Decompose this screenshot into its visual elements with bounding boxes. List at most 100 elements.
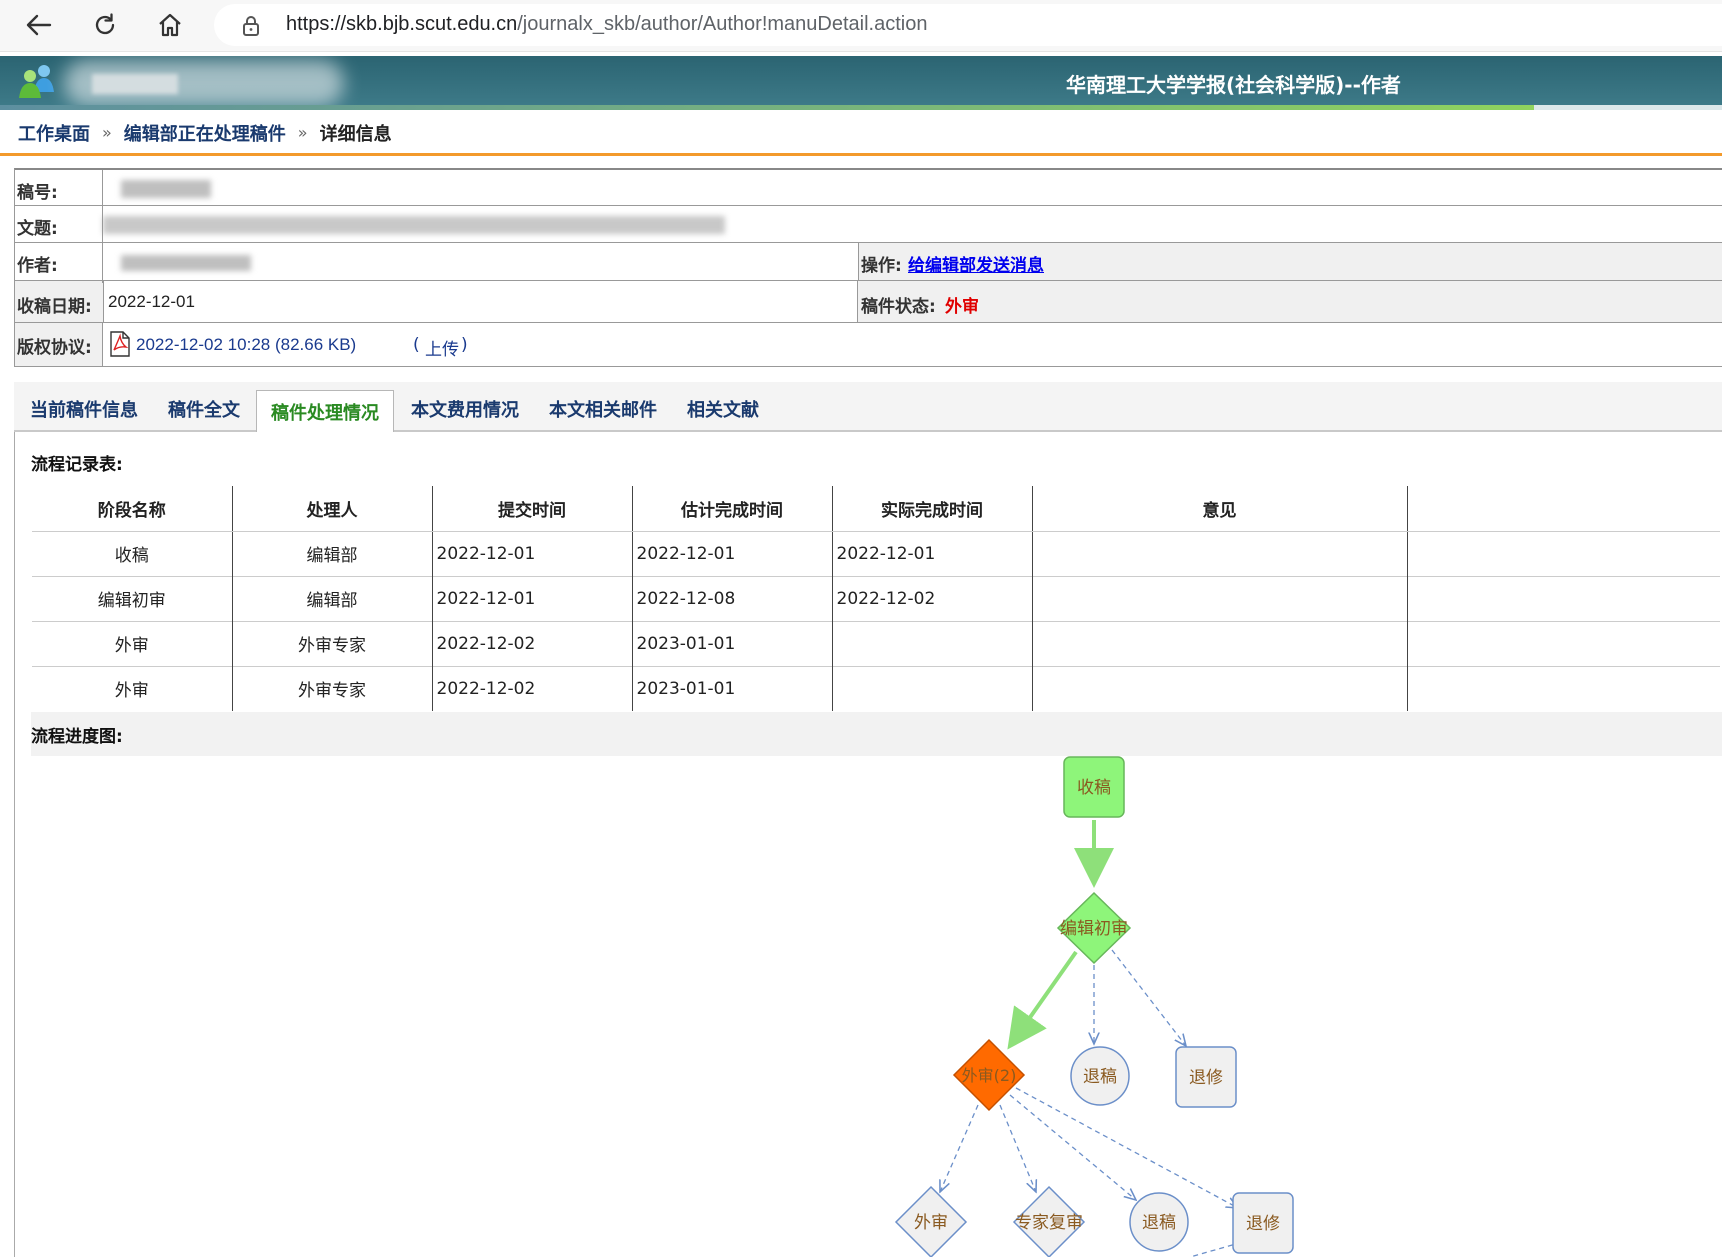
cell-submit-time: 2022-12-01 bbox=[431, 575, 632, 621]
status-value: 外审 bbox=[945, 297, 979, 317]
node-reject-2-label: 退稿 bbox=[1142, 1213, 1176, 1233]
edge-external-to-rereview bbox=[999, 1104, 1036, 1192]
copyright-label: 版权协议: bbox=[17, 338, 92, 358]
node-initial-review-label: 编辑初审 bbox=[1060, 919, 1128, 939]
tab-related-literature[interactable]: 相关文献 bbox=[687, 396, 759, 422]
node-external-review-next: 外审 bbox=[894, 1185, 968, 1257]
upload-link[interactable]: 上传 bbox=[425, 335, 459, 360]
cell-submit-time: 2022-12-01 bbox=[431, 530, 632, 576]
breadcrumb-home-link[interactable]: 工作桌面 bbox=[18, 120, 90, 146]
tab-related-mail[interactable]: 本文相关邮件 bbox=[549, 396, 657, 422]
url-text[interactable]: https://skb.bjb.scut.edu.cn/journalx_skb… bbox=[286, 13, 927, 36]
cell-est-finish: 2023-01-01 bbox=[631, 620, 832, 666]
received-date-cell: 2022-12-01 bbox=[103, 281, 858, 322]
breadcrumb-separator: » bbox=[297, 123, 308, 142]
edge-initial-to-revise bbox=[1111, 949, 1186, 1046]
app-title: 华南理工大学学报(社会科学版)--作者 bbox=[1066, 73, 1401, 97]
app-header: 华南理工大学学报(社会科学版)--作者 bbox=[0, 56, 1722, 110]
header-actual-finish: 实际完成时间 bbox=[831, 486, 1032, 532]
tab-bar: 当前稿件信息 稿件全文 稿件处理情况 本文费用情况 本文相关邮件 相关文献 bbox=[14, 382, 1722, 434]
node-revise-1-label: 退修 bbox=[1189, 1068, 1223, 1088]
users-logo-icon bbox=[19, 65, 54, 98]
cell-stage: 编辑初审 bbox=[32, 575, 232, 621]
upload-paren-open: ( bbox=[413, 335, 420, 355]
title-row: 文题: bbox=[15, 206, 1722, 243]
cell-actual-finish bbox=[831, 620, 1032, 666]
header-comment: 意见 bbox=[1031, 486, 1407, 532]
flow-progress-chart: 收稿 编辑初审 外审(2) 退稿 退修 外审 专家复审 退稿 退修 bbox=[894, 756, 1294, 1257]
table-row: 编辑初审 编辑部 2022-12-01 2022-12-08 2022-12-0… bbox=[32, 575, 1720, 621]
node-expert-rereview: 专家复审 bbox=[1012, 1185, 1086, 1257]
url-host: https://skb.bjb.scut.edu.cn bbox=[286, 13, 518, 35]
manuscript-no-row: 稿号: bbox=[15, 170, 1722, 206]
tab-fees[interactable]: 本文费用情况 bbox=[411, 396, 519, 422]
node-external-review-next-label: 外审 bbox=[914, 1213, 948, 1233]
header-stage: 阶段名称 bbox=[32, 486, 232, 532]
node-receive: 收稿 bbox=[1063, 756, 1125, 818]
header-accent-strip bbox=[0, 105, 1534, 110]
breadcrumb-separator: » bbox=[102, 123, 112, 142]
received-date-label: 收稿日期: bbox=[17, 297, 92, 317]
table-row: 收稿 编辑部 2022-12-01 2022-12-01 2022-12-01 bbox=[32, 530, 1720, 576]
node-external-review-label: 外审(2) bbox=[962, 1066, 1017, 1085]
cell-handler: 外审专家 bbox=[231, 665, 432, 711]
header-submit-time: 提交时间 bbox=[431, 486, 632, 532]
blurred-manuscript-no bbox=[121, 180, 211, 198]
received-date-value: 2022-12-01 bbox=[108, 292, 195, 311]
manuscript-no-label: 稿号: bbox=[17, 183, 58, 203]
url-path: /journalx_skb/author/Author!manuDetail.a… bbox=[517, 13, 928, 35]
node-revise-2-label: 退修 bbox=[1246, 1214, 1280, 1234]
cell-comment bbox=[1031, 530, 1407, 576]
send-message-link[interactable]: 给编辑部发送消息 bbox=[908, 251, 1044, 276]
cell-comment bbox=[1031, 575, 1407, 621]
lock-icon[interactable] bbox=[242, 15, 260, 42]
cell-actual-finish bbox=[831, 665, 1032, 711]
back-icon[interactable] bbox=[22, 8, 56, 42]
node-revise-2: 退修 bbox=[1232, 1192, 1294, 1254]
breadcrumb-section-link[interactable]: 编辑部正在处理稿件 bbox=[124, 120, 286, 146]
cell-comment bbox=[1031, 665, 1407, 711]
cell-stage: 收稿 bbox=[32, 530, 232, 576]
cell-handler: 编辑部 bbox=[231, 575, 432, 621]
node-reject-2: 退稿 bbox=[1129, 1192, 1189, 1252]
title-label: 文题: bbox=[17, 219, 58, 239]
cell-comment bbox=[1031, 620, 1407, 666]
tab-full-text[interactable]: 稿件全文 bbox=[168, 396, 240, 422]
tab-current-info[interactable]: 当前稿件信息 bbox=[30, 396, 138, 422]
table-row: 外审 外审专家 2022-12-02 2023-01-01 bbox=[32, 620, 1720, 666]
received-date-row: 收稿日期: 2022-12-01 稿件状态: 外审 bbox=[15, 281, 1722, 323]
breadcrumb: 工作桌面 » 编辑部正在处理稿件 » 详细信息 bbox=[0, 112, 1722, 156]
header-handler: 处理人 bbox=[231, 486, 432, 532]
node-reject-1-label: 退稿 bbox=[1083, 1067, 1117, 1087]
edge-external-to-reject bbox=[1009, 1094, 1136, 1200]
reload-icon[interactable] bbox=[88, 8, 122, 42]
cell-empty bbox=[1406, 530, 1720, 576]
pdf-file-icon[interactable] bbox=[109, 331, 131, 362]
node-expert-rereview-label: 专家复审 bbox=[1015, 1213, 1083, 1233]
cell-handler: 编辑部 bbox=[231, 530, 432, 576]
node-receive-label: 收稿 bbox=[1077, 778, 1111, 798]
header-accent-strip-right bbox=[1534, 105, 1722, 110]
author-label: 作者: bbox=[17, 256, 58, 276]
cell-actual-finish: 2022-12-01 bbox=[831, 530, 1032, 576]
status-label: 稿件状态: bbox=[861, 297, 936, 317]
address-bar[interactable]: https://skb.bjb.scut.edu.cn/journalx_skb… bbox=[214, 4, 1722, 46]
copyright-row: 版权协议: 2022-12-02 10:28 (82.66 KB) ( 上传 ) bbox=[15, 323, 1722, 367]
home-icon[interactable] bbox=[153, 8, 187, 42]
tab-processing-status[interactable]: 稿件处理情况 bbox=[256, 390, 394, 434]
blurred-author bbox=[121, 255, 251, 271]
node-reject-1: 退稿 bbox=[1070, 1046, 1130, 1106]
edge-initial-to-external bbox=[1007, 950, 1078, 1050]
copyright-file-link[interactable]: 2022-12-02 10:28 (82.66 KB) bbox=[136, 335, 356, 355]
breadcrumb-current: 详细信息 bbox=[319, 123, 392, 145]
table-header-row: 阶段名称 处理人 提交时间 估计完成时间 实际完成时间 意见 bbox=[32, 486, 1720, 532]
flow-record-table: 阶段名称 处理人 提交时间 估计完成时间 实际完成时间 意见 收稿 编辑部 20… bbox=[32, 486, 1720, 711]
browser-toolbar: https://skb.bjb.scut.edu.cn/journalx_skb… bbox=[0, 0, 1722, 52]
operation-label: 操作: bbox=[861, 256, 902, 276]
cell-est-finish: 2022-12-08 bbox=[631, 575, 832, 621]
cell-submit-time: 2022-12-02 bbox=[431, 665, 632, 711]
blurred-system-name-text bbox=[92, 74, 178, 94]
cell-submit-time: 2022-12-02 bbox=[431, 620, 632, 666]
info-column-divider bbox=[102, 170, 103, 283]
node-revise-1: 退修 bbox=[1175, 1046, 1237, 1108]
